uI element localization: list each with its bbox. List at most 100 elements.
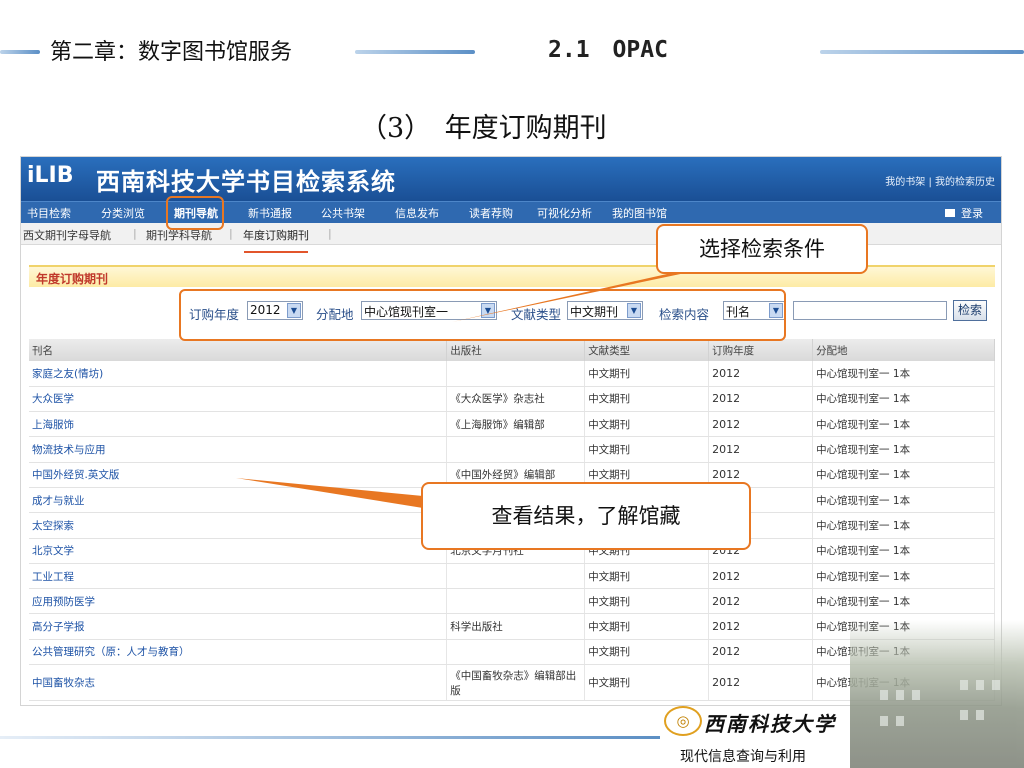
search-history-link[interactable]: 我的检索历史	[935, 177, 995, 188]
cell-location: 中心馆现刊室一 1本	[812, 386, 995, 413]
top-link-sep: |	[928, 177, 932, 188]
campus-building-image	[850, 620, 1024, 768]
login-label: 登录	[961, 207, 983, 220]
filter-highlight-box	[179, 289, 786, 341]
login-button[interactable]: 登录	[945, 205, 983, 221]
nav-item-new-books[interactable]: 新书通报	[248, 205, 292, 221]
cell-year: 2012	[708, 361, 814, 387]
nav-item-reader-recommend[interactable]: 读者荐购	[469, 205, 513, 221]
cell-publisher	[446, 588, 586, 615]
cell-publisher	[446, 639, 586, 666]
subnav-sep: |	[133, 227, 137, 240]
table-header-row: 刊名 出版社 文献类型 订购年度 分配地	[29, 339, 995, 361]
app-banner: iLIB 西南科技大学书目检索系统 我的书架 | 我的检索历史	[21, 157, 1001, 201]
table-row: 上海服饰 《上海服饰》编辑部 中文期刊 2012 中心馆现刊室一 1本	[29, 411, 995, 438]
chapter-title: 第二章：数字图书馆服务	[50, 40, 293, 65]
cell-publisher	[446, 436, 586, 463]
cell-year: 2012	[708, 613, 814, 640]
cell-doctype: 中文期刊	[584, 386, 710, 413]
col-header-doctype[interactable]: 文献类型	[584, 339, 710, 361]
university-name: 西南科技大学	[704, 712, 836, 736]
header-deco-left	[0, 50, 40, 54]
subnav-item-annual-journals[interactable]: 年度订购期刊	[243, 227, 309, 243]
search-input[interactable]	[793, 301, 947, 320]
header-deco-mid	[355, 50, 475, 54]
nav-item-announcements[interactable]: 信息发布	[395, 205, 439, 221]
cell-title[interactable]: 中国畜牧杂志	[29, 664, 448, 702]
cell-doctype: 中文期刊	[584, 613, 710, 640]
cell-title[interactable]: 物流技术与应用	[29, 436, 448, 463]
cell-doctype: 中文期刊	[584, 411, 710, 438]
nav-highlight-box	[166, 196, 224, 230]
cell-title[interactable]: 太空探索	[29, 512, 448, 539]
nav-item-category-browse[interactable]: 分类浏览	[101, 205, 145, 221]
cell-doctype: 中文期刊	[584, 436, 710, 463]
cell-location: 中心馆现刊室一 1本	[812, 487, 995, 514]
cell-year: 2012	[708, 386, 814, 413]
header-deco-right	[820, 50, 1024, 54]
system-name: 西南科技大学书目检索系统	[96, 168, 396, 196]
cell-doctype: 中文期刊	[584, 639, 710, 666]
cell-year: 2012	[708, 411, 814, 438]
col-header-year[interactable]: 订购年度	[708, 339, 814, 361]
section-title: 2.1 OPAC	[548, 37, 668, 63]
cell-location: 中心馆现刊室一 1本	[812, 436, 995, 463]
nav-item-my-library[interactable]: 我的图书馆	[612, 205, 667, 221]
cell-location: 中心馆现刊室一 1本	[812, 361, 995, 387]
my-shelf-link[interactable]: 我的书架	[885, 177, 925, 188]
cell-location: 中心馆现刊室一 1本	[812, 538, 995, 564]
cell-location: 中心馆现刊室一 1本	[812, 462, 995, 488]
cell-doctype: 中文期刊	[584, 588, 710, 615]
panel-title: 年度订购期刊	[36, 272, 109, 286]
cell-location: 中心馆现刊室一 1本	[812, 411, 995, 438]
col-header-title[interactable]: 刊名	[29, 339, 448, 361]
col-header-location[interactable]: 分配地	[812, 339, 995, 361]
cell-year: 2012	[708, 664, 814, 702]
result-callout: 查看结果，了解馆藏	[421, 482, 751, 550]
cell-location: 中心馆现刊室一 1本	[812, 588, 995, 615]
cell-title[interactable]: 大众医学	[29, 386, 448, 413]
search-button[interactable]: 检索	[953, 300, 987, 321]
course-name: 现代信息查询与利用	[680, 749, 806, 765]
cell-location: 中心馆现刊室一 1本	[812, 512, 995, 539]
table-row: 应用预防医学 中文期刊 2012 中心馆现刊室一 1本	[29, 588, 995, 615]
cell-year: 2012	[708, 639, 814, 666]
table-row: 物流技术与应用 中文期刊 2012 中心馆现刊室一 1本	[29, 436, 995, 463]
cell-publisher: 《中国畜牧杂志》编辑部出版	[446, 664, 586, 702]
footer-line	[0, 736, 660, 739]
cell-year: 2012	[708, 588, 814, 615]
subnav-sep: |	[229, 227, 233, 240]
cell-doctype: 中文期刊	[584, 563, 710, 590]
nav-item-visual-analysis[interactable]: 可视化分析	[537, 205, 592, 221]
cell-publisher	[446, 563, 586, 590]
university-logo-icon: ◎	[664, 706, 702, 736]
col-header-publisher[interactable]: 出版社	[446, 339, 586, 361]
slide-subtitle: （3） 年度订购期刊	[360, 113, 607, 144]
cell-title[interactable]: 家庭之友(情坊)	[29, 361, 448, 387]
cell-title[interactable]: 上海服饰	[29, 411, 448, 438]
subnav-item-western-alpha[interactable]: 西文期刊字母导航	[23, 227, 111, 243]
cell-publisher	[446, 361, 586, 387]
cell-title[interactable]: 北京文学	[29, 538, 448, 564]
cell-title[interactable]: 高分子学报	[29, 613, 448, 640]
login-icon	[945, 209, 955, 217]
subnav-sep: |	[328, 227, 332, 240]
cell-title[interactable]: 中国外经贸.英文版	[29, 462, 448, 488]
table-row: 工业工程 中文期刊 2012 中心馆现刊室一 1本	[29, 563, 995, 590]
table-row: 家庭之友(情坊) 中文期刊 2012 中心馆现刊室一 1本	[29, 361, 995, 387]
subnav-active-underline	[244, 251, 308, 253]
nav-item-book-search[interactable]: 书目检索	[27, 205, 71, 221]
cell-publisher: 科学出版社	[446, 613, 586, 640]
cell-title[interactable]: 成才与就业	[29, 487, 448, 514]
cell-doctype: 中文期刊	[584, 664, 710, 702]
table-row: 大众医学 《大众医学》杂志社 中文期刊 2012 中心馆现刊室一 1本	[29, 386, 995, 413]
nav-item-public-shelf[interactable]: 公共书架	[321, 205, 365, 221]
ilib-logo: iLIB	[27, 163, 74, 188]
top-links: 我的书架 | 我的检索历史	[885, 173, 995, 188]
cell-title[interactable]: 工业工程	[29, 563, 448, 590]
cell-year: 2012	[708, 436, 814, 463]
cell-title[interactable]: 公共管理研究（原：人才与教育）	[29, 639, 448, 666]
cell-publisher: 《上海服饰》编辑部	[446, 411, 586, 438]
cell-title[interactable]: 应用预防医学	[29, 588, 448, 615]
cell-location: 中心馆现刊室一 1本	[812, 563, 995, 590]
